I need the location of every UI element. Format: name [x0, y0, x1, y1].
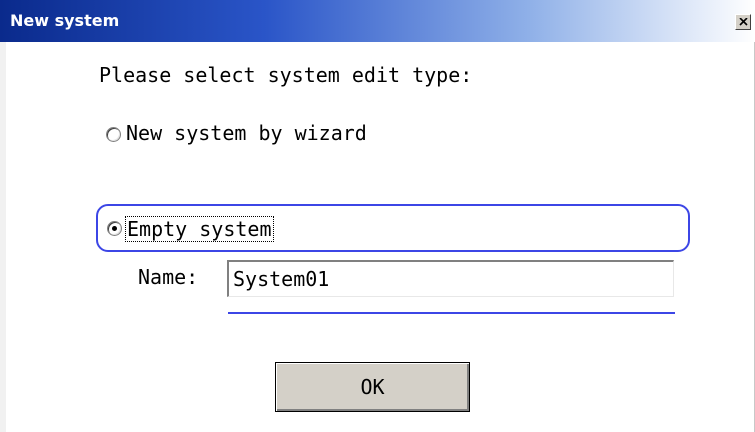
- radio-label-empty-system[interactable]: Empty system: [125, 216, 274, 242]
- name-label: Name:: [138, 265, 199, 289]
- name-underline: [228, 312, 675, 314]
- system-name-input[interactable]: [227, 260, 674, 297]
- radio-label-new-system-by-wizard[interactable]: New system by wizard: [126, 121, 367, 145]
- radio-selected-dot: [112, 226, 117, 231]
- radio-empty-system[interactable]: [107, 221, 122, 236]
- window-title: New system: [10, 11, 120, 30]
- radio-new-system-by-wizard[interactable]: [106, 127, 121, 142]
- edit-type-prompt: Please select system edit type:: [99, 63, 473, 87]
- new-system-dialog: New system Please select system edit typ…: [0, 0, 755, 432]
- ok-button[interactable]: OK: [275, 362, 470, 412]
- title-bar[interactable]: New system: [0, 0, 755, 42]
- close-icon: [739, 18, 748, 26]
- window-edge: [0, 42, 6, 432]
- close-button[interactable]: [735, 14, 751, 30]
